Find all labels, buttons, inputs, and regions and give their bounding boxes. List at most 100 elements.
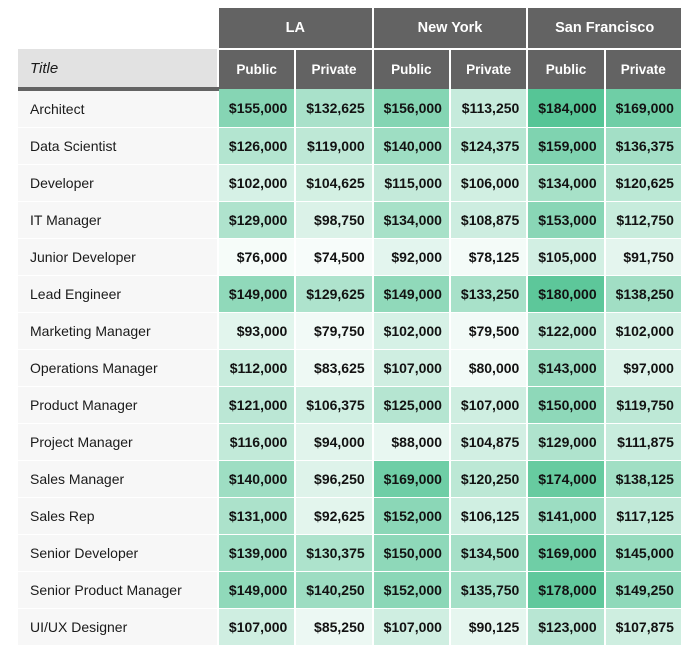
heatmap-cell: $134,000: [373, 202, 450, 239]
header-new-york-public: Public: [373, 49, 450, 89]
table-row: Sales Manager$140,000$96,250$169,000$120…: [18, 461, 682, 498]
header-la-private: Private: [295, 49, 372, 89]
row-title-cell: Architect: [18, 89, 218, 128]
table-row: Operations Manager$112,000$83,625$107,00…: [18, 350, 682, 387]
heatmap-cell: $140,000: [218, 461, 295, 498]
table-body: Architect$155,000$132,625$156,000$113,25…: [18, 89, 682, 645]
heatmap-cell: $140,000: [373, 128, 450, 165]
heatmap-cell: $150,000: [373, 535, 450, 572]
heatmap-cell: $112,750: [605, 202, 682, 239]
heatmap-cell: $90,125: [450, 609, 527, 646]
heatmap-cell: $136,375: [605, 128, 682, 165]
heatmap-cell: $153,000: [527, 202, 604, 239]
heatmap-cell: $149,000: [218, 572, 295, 609]
heatmap-cell: $121,000: [218, 387, 295, 424]
heatmap-cell: $111,875: [605, 424, 682, 461]
column-group-header-new-york: New York: [373, 8, 528, 49]
heatmap-cell: $169,000: [373, 461, 450, 498]
heatmap-cell: $112,000: [218, 350, 295, 387]
row-title-cell: Sales Rep: [18, 498, 218, 535]
heatmap-cell: $156,000: [373, 89, 450, 128]
heatmap-cell: $122,000: [527, 313, 604, 350]
heatmap-cell: $149,250: [605, 572, 682, 609]
heatmap-cell: $88,000: [373, 424, 450, 461]
heatmap-cell: $117,125: [605, 498, 682, 535]
heatmap-cell: $135,750: [450, 572, 527, 609]
heatmap-cell: $133,250: [450, 276, 527, 313]
heatmap-cell: $74,500: [295, 239, 372, 276]
heatmap-cell: $96,250: [295, 461, 372, 498]
row-title-cell: Product Manager: [18, 387, 218, 424]
column-group-header-san-francisco: San Francisco: [527, 8, 682, 49]
heatmap-cell: $180,000: [527, 276, 604, 313]
heatmap-cell: $104,875: [450, 424, 527, 461]
heatmap-cell: $102,000: [218, 165, 295, 202]
heatmap-cell: $106,375: [295, 387, 372, 424]
heatmap-cell: $107,000: [373, 350, 450, 387]
heatmap-cell: $93,000: [218, 313, 295, 350]
heatmap-cell: $120,250: [450, 461, 527, 498]
column-group-header-la: LA: [218, 8, 373, 49]
table-row: Sales Rep$131,000$92,625$152,000$106,125…: [18, 498, 682, 535]
heatmap-cell: $92,000: [373, 239, 450, 276]
heatmap-cell: $149,000: [373, 276, 450, 313]
heatmap-cell: $113,250: [450, 89, 527, 128]
heatmap-cell: $169,000: [605, 89, 682, 128]
heatmap-cell: $80,000: [450, 350, 527, 387]
heatmap-cell: $143,000: [527, 350, 604, 387]
table-row: IT Manager$129,000$98,750$134,000$108,87…: [18, 202, 682, 239]
row-title-cell: Senior Product Manager: [18, 572, 218, 609]
heatmap-cell: $78,125: [450, 239, 527, 276]
table-row: Developer$102,000$104,625$115,000$106,00…: [18, 165, 682, 202]
row-title-cell: Senior Developer: [18, 535, 218, 572]
salary-heatmap-table-container: LA New York San Francisco Title Public P…: [18, 8, 682, 645]
heatmap-cell: $139,000: [218, 535, 295, 572]
header-la-public: Public: [218, 49, 295, 89]
heatmap-cell: $107,000: [450, 387, 527, 424]
heatmap-cell: $94,000: [295, 424, 372, 461]
row-title-cell: Junior Developer: [18, 239, 218, 276]
heatmap-cell: $140,250: [295, 572, 372, 609]
table-row: Marketing Manager$93,000$79,750$102,000$…: [18, 313, 682, 350]
heatmap-cell: $107,000: [373, 609, 450, 646]
row-title-cell: UI/UX Designer: [18, 609, 218, 646]
heatmap-cell: $155,000: [218, 89, 295, 128]
row-title-cell: Operations Manager: [18, 350, 218, 387]
row-title-cell: Marketing Manager: [18, 313, 218, 350]
row-title-cell: Sales Manager: [18, 461, 218, 498]
header-san-francisco-private: Private: [605, 49, 682, 89]
heatmap-cell: $115,000: [373, 165, 450, 202]
table-row: Junior Developer$76,000$74,500$92,000$78…: [18, 239, 682, 276]
row-title-cell: Project Manager: [18, 424, 218, 461]
row-title-cell: Developer: [18, 165, 218, 202]
table-row: Architect$155,000$132,625$156,000$113,25…: [18, 89, 682, 128]
heatmap-cell: $134,000: [527, 165, 604, 202]
heatmap-cell: $83,625: [295, 350, 372, 387]
table-row: Senior Developer$139,000$130,375$150,000…: [18, 535, 682, 572]
heatmap-cell: $104,625: [295, 165, 372, 202]
header-row-measures: Title Public Private Public Private Publ…: [18, 49, 682, 89]
heatmap-cell: $79,750: [295, 313, 372, 350]
heatmap-cell: $129,000: [218, 202, 295, 239]
header-new-york-private: Private: [450, 49, 527, 89]
heatmap-cell: $174,000: [527, 461, 604, 498]
header-title-label: Title: [18, 49, 218, 89]
heatmap-cell: $125,000: [373, 387, 450, 424]
heatmap-cell: $169,000: [527, 535, 604, 572]
table-row: Data Scientist$126,000$119,000$140,000$1…: [18, 128, 682, 165]
header-row-cities: LA New York San Francisco: [18, 8, 682, 49]
heatmap-cell: $145,000: [605, 535, 682, 572]
heatmap-cell: $131,000: [218, 498, 295, 535]
heatmap-cell: $98,750: [295, 202, 372, 239]
heatmap-cell: $159,000: [527, 128, 604, 165]
heatmap-cell: $107,875: [605, 609, 682, 646]
heatmap-cell: $106,000: [450, 165, 527, 202]
row-title-cell: IT Manager: [18, 202, 218, 239]
heatmap-cell: $123,000: [527, 609, 604, 646]
heatmap-cell: $149,000: [218, 276, 295, 313]
row-title-cell: Data Scientist: [18, 128, 218, 165]
heatmap-cell: $150,000: [527, 387, 604, 424]
heatmap-cell: $79,500: [450, 313, 527, 350]
table-row: Lead Engineer$149,000$129,625$149,000$13…: [18, 276, 682, 313]
table-row: Project Manager$116,000$94,000$88,000$10…: [18, 424, 682, 461]
